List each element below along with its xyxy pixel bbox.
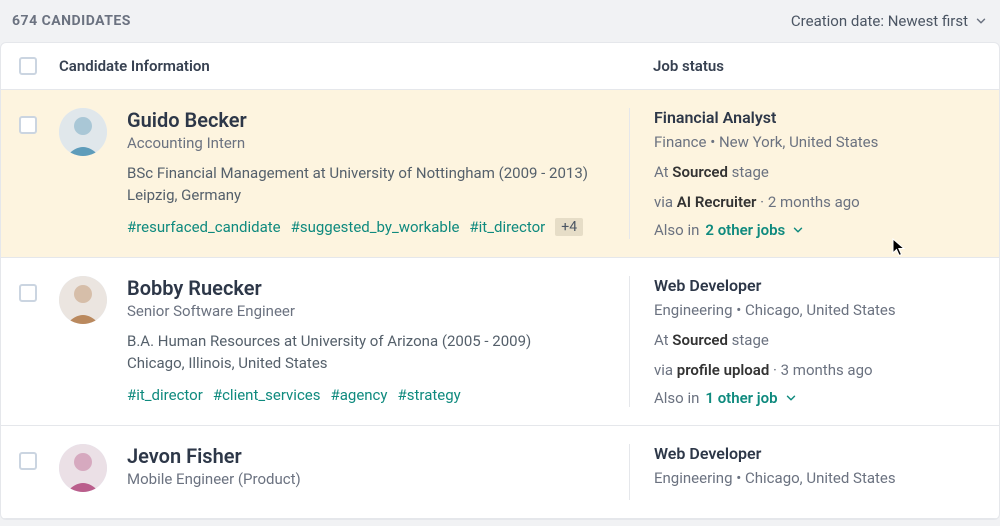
job-stage: At Sourced stage: [654, 331, 981, 349]
sort-label: Creation date: Newest first: [791, 12, 968, 30]
candidate-name[interactable]: Jevon Fisher: [127, 444, 613, 468]
tag[interactable]: #it_director: [127, 386, 203, 404]
table-row[interactable]: Bobby Ruecker Senior Software Engineer B.A…: [1, 258, 999, 426]
column-header-info: Candidate Information: [59, 57, 629, 75]
tag[interactable]: #suggested_by_workable: [291, 218, 460, 236]
avatar: [59, 444, 107, 492]
tag[interactable]: #strategy: [398, 386, 461, 404]
candidate-location: Leipzig, Germany: [127, 186, 613, 204]
candidate-name[interactable]: Guido Becker: [127, 108, 613, 132]
job-also-in[interactable]: Also in 1 other job: [654, 389, 981, 407]
other-jobs-link[interactable]: 1 other job: [705, 389, 777, 407]
table-header-row: Candidate Information Job status: [1, 43, 999, 90]
tag[interactable]: #resurfaced_candidate: [127, 218, 281, 236]
candidate-count: 674 CANDIDATES: [12, 13, 131, 29]
job-via: via AI Recruiter · 2 months ago: [654, 193, 981, 211]
chevron-down-icon: [974, 14, 988, 28]
row-checkbox[interactable]: [19, 284, 37, 302]
job-title[interactable]: Web Developer: [654, 444, 981, 463]
row-checkbox[interactable]: [19, 452, 37, 470]
candidate-education: B.A. Human Resources at University of Ar…: [127, 332, 613, 350]
column-header-job: Job status: [629, 57, 981, 75]
table-row[interactable]: Jevon Fisher Mobile Engineer (Product) Web…: [1, 426, 999, 519]
job-title[interactable]: Web Developer: [654, 276, 981, 295]
job-stage: At Sourced stage: [654, 163, 981, 181]
table-row[interactable]: Guido Becker Accounting Intern BSc Financi…: [1, 90, 999, 258]
job-also-in[interactable]: Also in 2 other jobs: [654, 221, 981, 239]
avatar: [59, 276, 107, 324]
candidate-education: BSc Financial Management at University o…: [127, 164, 613, 182]
candidate-name[interactable]: Bobby Ruecker: [127, 276, 613, 300]
job-via: via profile upload · 3 months ago: [654, 361, 981, 379]
tag-list: #resurfaced_candidate #suggested_by_worka…: [127, 218, 613, 236]
tag[interactable]: #client_services: [213, 386, 321, 404]
sort-dropdown[interactable]: Creation date: Newest first: [791, 12, 988, 30]
tag[interactable]: #it_director: [469, 218, 545, 236]
row-checkbox[interactable]: [19, 116, 37, 134]
job-meta: Engineering • Chicago, United States: [654, 469, 981, 487]
other-jobs-link[interactable]: 2 other jobs: [705, 221, 785, 239]
candidate-role: Mobile Engineer (Product): [127, 470, 613, 488]
chevron-down-icon: [791, 223, 805, 237]
candidate-role: Senior Software Engineer: [127, 302, 613, 320]
candidate-location: Chicago, Illinois, United States: [127, 354, 613, 372]
avatar: [59, 108, 107, 156]
job-meta: Finance • New York, United States: [654, 133, 981, 151]
select-all-checkbox[interactable]: [19, 57, 37, 75]
tag-more[interactable]: +4: [555, 218, 583, 236]
chevron-down-icon: [784, 391, 798, 405]
job-title[interactable]: Financial Analyst: [654, 108, 981, 127]
candidates-table: Candidate Information Job status Guido B…: [0, 42, 1000, 520]
tag-list: #it_director #client_services #agency #stra…: [127, 386, 613, 404]
candidate-role: Accounting Intern: [127, 134, 613, 152]
job-meta: Engineering • Chicago, United States: [654, 301, 981, 319]
tag[interactable]: #agency: [331, 386, 388, 404]
